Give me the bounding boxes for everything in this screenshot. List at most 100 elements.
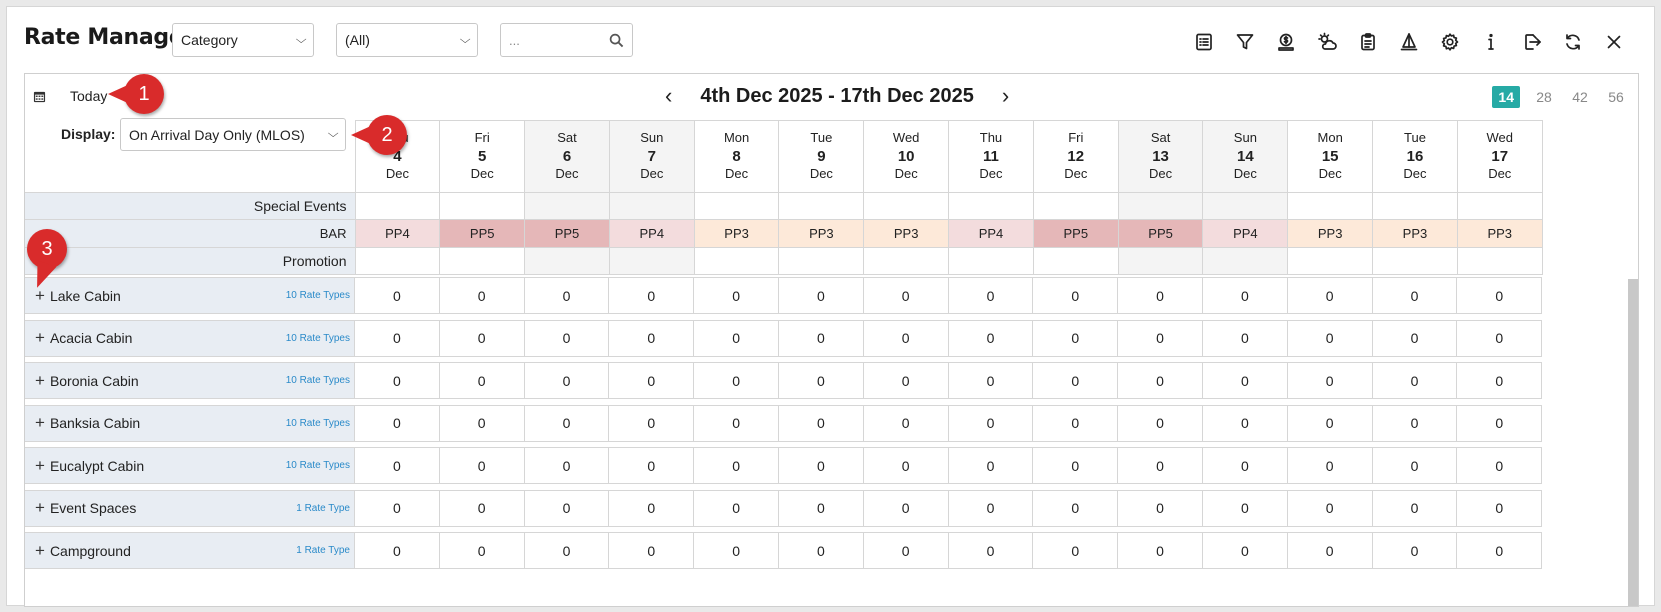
availability-cell[interactable]: 0 [1372,277,1458,314]
availability-cell[interactable]: 0 [863,404,949,442]
availability-cell[interactable]: 0 [1118,404,1203,442]
availability-cell[interactable]: 0 [439,319,525,357]
special-event-cell[interactable] [693,192,780,220]
availability-cell[interactable]: 0 [355,277,440,314]
availability-cell[interactable]: 0 [694,447,779,484]
clipboard-icon[interactable] [1347,27,1388,57]
availability-cell[interactable]: 0 [1287,277,1373,314]
availability-cell[interactable]: 0 [355,362,440,399]
availability-cell[interactable]: 0 [524,319,610,357]
availability-cell[interactable]: 0 [863,277,949,314]
availability-cell[interactable]: 0 [694,532,779,569]
expand-icon[interactable]: + [35,413,45,433]
availability-cell[interactable]: 0 [1118,532,1203,569]
availability-cell[interactable]: 0 [1457,447,1543,484]
availability-cell[interactable]: 0 [948,447,1034,484]
expand-icon[interactable]: + [35,456,45,476]
availability-cell[interactable]: 0 [439,277,525,314]
availability-cell[interactable]: 0 [1118,489,1203,527]
availability-cell[interactable]: 0 [1118,277,1203,314]
availability-cell[interactable]: 0 [439,532,525,569]
special-event-cell[interactable] [1032,192,1119,220]
availability-cell[interactable]: 0 [355,447,440,484]
availability-cell[interactable]: 0 [1202,362,1288,399]
special-event-cell[interactable] [608,192,695,220]
availability-cell[interactable]: 0 [694,319,779,357]
availability-cell[interactable]: 0 [1202,404,1288,442]
availability-cell[interactable]: 0 [355,489,440,527]
availability-cell[interactable]: 0 [948,404,1034,442]
expand-icon[interactable]: + [35,498,45,518]
bar-cell[interactable]: PP3 [693,219,780,248]
bar-cell[interactable]: PP3 [778,219,865,248]
promotion-cell[interactable] [778,247,865,275]
availability-cell[interactable]: 0 [948,532,1034,569]
filter-icon[interactable] [1224,27,1265,57]
expand-icon[interactable]: + [35,371,45,391]
promotion-cell[interactable] [693,247,780,275]
availability-cell[interactable]: 0 [694,489,779,527]
bar-cell[interactable]: PP4 [1202,219,1289,248]
availability-cell[interactable]: 0 [1372,532,1458,569]
availability-cell[interactable]: 0 [863,319,949,357]
promotion-cell[interactable] [354,247,441,275]
bar-cell[interactable]: PP5 [1032,219,1119,248]
availability-cell[interactable]: 0 [355,319,440,357]
availability-cell[interactable]: 0 [863,489,949,527]
availability-cell[interactable]: 0 [1202,277,1288,314]
info-icon[interactable] [1470,27,1511,57]
chevron-right-icon[interactable]: › [1002,83,1009,109]
rate-icon[interactable] [1265,27,1306,57]
availability-cell[interactable]: 0 [1457,277,1543,314]
promotion-cell[interactable] [1032,247,1119,275]
availability-cell[interactable]: 0 [1287,447,1373,484]
promotion-cell[interactable] [863,247,950,275]
availability-cell[interactable]: 0 [1033,447,1119,484]
bar-cell[interactable]: PP3 [1372,219,1458,248]
bar-cell[interactable]: PP3 [1287,219,1374,248]
day-span-28[interactable]: 28 [1532,86,1556,108]
availability-cell[interactable]: 0 [1033,532,1119,569]
rate-types-link[interactable]: 10 Rate Types [286,460,350,471]
availability-cell[interactable]: 0 [694,362,779,399]
availability-cell[interactable]: 0 [609,532,695,569]
availability-cell[interactable]: 0 [1118,447,1203,484]
availability-cell[interactable]: 0 [948,277,1034,314]
promotion-cell[interactable] [1456,247,1543,275]
day-span-56[interactable]: 56 [1604,86,1628,108]
bar-cell[interactable]: PP5 [524,219,610,248]
availability-cell[interactable]: 0 [609,489,695,527]
availability-cell[interactable]: 0 [1287,362,1373,399]
availability-cell[interactable]: 0 [1457,532,1543,569]
special-event-cell[interactable] [1202,192,1289,220]
rate-types-link[interactable]: 10 Rate Types [286,375,350,386]
list-icon[interactable] [1183,27,1224,57]
refresh-icon[interactable] [1552,27,1593,57]
availability-cell[interactable]: 0 [863,362,949,399]
close-icon[interactable] [1593,27,1634,57]
availability-cell[interactable]: 0 [1202,532,1288,569]
bar-cell[interactable]: PP5 [1117,219,1204,248]
availability-cell[interactable]: 0 [948,362,1034,399]
special-event-cell[interactable] [778,192,865,220]
availability-cell[interactable]: 0 [1287,532,1373,569]
availability-cell[interactable]: 0 [1033,489,1119,527]
special-event-cell[interactable] [863,192,950,220]
availability-cell[interactable]: 0 [439,447,525,484]
availability-cell[interactable]: 0 [1033,404,1119,442]
bar-cell[interactable]: PP3 [1456,219,1543,248]
availability-cell[interactable]: 0 [1457,319,1543,357]
special-event-cell[interactable] [1456,192,1543,220]
today-button[interactable]: Today [33,88,107,104]
availability-cell[interactable]: 0 [1287,489,1373,527]
promotion-cell[interactable] [1117,247,1204,275]
availability-cell[interactable]: 0 [1118,319,1203,357]
availability-cell[interactable]: 0 [1372,319,1458,357]
special-event-cell[interactable] [1117,192,1204,220]
promotion-cell[interactable] [1287,247,1374,275]
sail-icon[interactable] [1388,27,1429,57]
availability-cell[interactable]: 0 [863,447,949,484]
availability-cell[interactable]: 0 [439,489,525,527]
availability-cell[interactable]: 0 [778,447,864,484]
availability-cell[interactable]: 0 [778,489,864,527]
